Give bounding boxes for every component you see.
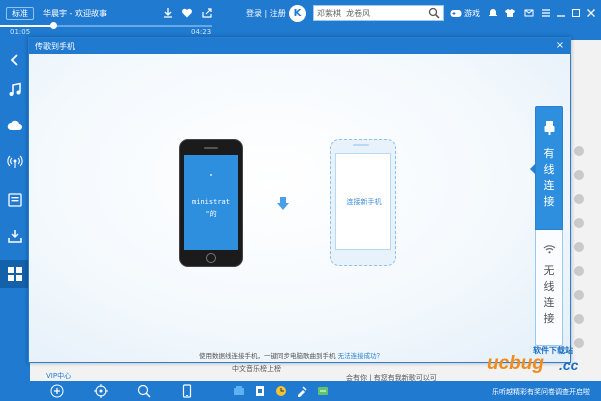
maximize-icon[interactable] (571, 8, 581, 18)
wireless-label-char: 无 (543, 264, 555, 277)
radio-icon[interactable] (7, 154, 23, 170)
sidebar-collapse-icon[interactable] (7, 52, 23, 68)
transfer-arrow-icon (277, 197, 289, 210)
wired-label-char: 线 (543, 163, 555, 176)
connection-hint: 使用数据线连接手机，一键同步电脑歌曲到手机 无法连接成功？ (199, 350, 383, 360)
list-action-icon[interactable] (574, 242, 584, 252)
wired-label-char: 有 (543, 147, 555, 160)
wired-label-char: 连 (543, 179, 555, 192)
mv-icon[interactable] (7, 192, 23, 208)
site-watermark: 软件下载站 ucbug .cc (481, 343, 601, 381)
bottom-bar: 乐听越精彩有奖问卷调查开启啦 (0, 381, 601, 401)
dialog-header: 传歌到手机 × (29, 38, 570, 54)
phone-speaker (204, 147, 218, 149)
download-manager-icon[interactable] (7, 228, 23, 244)
search-box[interactable] (313, 5, 444, 21)
game-link[interactable]: 游戏 (464, 8, 480, 19)
list-action-icon[interactable] (574, 266, 584, 276)
mobile-icon[interactable] (180, 384, 194, 398)
tool-icon[interactable] (275, 385, 287, 397)
skin-icon[interactable] (505, 8, 515, 18)
phone-illustration: " ministrat "的 (179, 139, 243, 267)
wireless-label-char: 连 (543, 296, 555, 309)
cloud-icon[interactable] (7, 118, 23, 134)
bell-icon[interactable] (488, 8, 498, 18)
survey-banner[interactable]: 乐听越精彩有奖问卷调查开启啦 (492, 387, 590, 397)
connection-mode-panel: 有 线 连 接 无 线 连 接 (530, 106, 563, 346)
new-phone-label: 连接新手机 (346, 198, 382, 206)
minimize-icon[interactable] (556, 8, 566, 18)
progress-fill (0, 25, 53, 27)
connection-help-link[interactable]: 无法连接成功？ (338, 352, 384, 360)
list-action-icon[interactable] (574, 314, 584, 324)
usb-icon (544, 121, 555, 135)
heart-icon[interactable] (181, 7, 193, 19)
list-action-icon[interactable] (574, 146, 584, 156)
list-action-icon[interactable] (574, 194, 584, 204)
gamepad-icon[interactable] (450, 9, 462, 18)
wired-label-char: 接 (543, 195, 555, 208)
vip-center-link[interactable]: VIP中心 (46, 371, 71, 381)
search-input[interactable] (317, 7, 427, 19)
login-register-link[interactable]: 登录 | 注册 (246, 8, 286, 19)
menu-icon[interactable] (541, 8, 551, 18)
dialog-close-button[interactable]: × (555, 41, 565, 51)
sidebar-item-apps[interactable] (0, 260, 30, 288)
phone-screen-text: "的 (205, 210, 217, 218)
hint-text: 使用数据线连接手机，一键同步电脑歌曲到手机 (199, 352, 336, 360)
left-sidebar (0, 40, 30, 381)
tab-wired-connection[interactable]: 有 线 连 接 (535, 106, 563, 230)
tool-icon[interactable] (254, 385, 266, 397)
phone-screen: " ministrat "的 (184, 155, 238, 250)
transfer-to-phone-dialog: 传歌到手机 × " ministrat "的 连接新手机 使用数据线连接手机，一… (28, 37, 571, 363)
watermark-main: ucbug (487, 353, 544, 374)
list-action-icon[interactable] (574, 290, 584, 300)
elapsed-time: 01:05 (10, 28, 31, 36)
kugou-logo: K (289, 5, 306, 22)
music-note-icon[interactable] (7, 82, 23, 98)
search-local-icon[interactable] (137, 384, 151, 398)
progress-handle[interactable] (50, 22, 57, 29)
apps-grid-icon (8, 267, 22, 281)
locate-icon[interactable] (94, 384, 108, 398)
list-action-icon[interactable] (574, 218, 584, 228)
dialog-body: " ministrat "的 连接新手机 使用数据线连接手机，一键同步电脑歌曲到… (29, 54, 570, 362)
tool-icon[interactable] (296, 385, 308, 397)
list-item[interactable]: 中文音乐榜上榜 (232, 364, 281, 374)
wireless-label-char: 接 (543, 312, 555, 325)
watermark-suffix: .cc (559, 357, 579, 373)
phone-screen-text: ministrat (192, 198, 230, 206)
search-icon[interactable] (428, 7, 440, 19)
list-action-icon[interactable] (574, 170, 584, 180)
tab-wireless-connection[interactable]: 无 线 连 接 (535, 230, 563, 346)
add-icon[interactable] (50, 384, 64, 398)
message-icon[interactable] (524, 8, 534, 18)
tool-icon[interactable] (233, 385, 245, 397)
phone-screen-text: " (208, 173, 214, 181)
tool-icon[interactable] (317, 385, 329, 397)
phone-home-button (206, 253, 216, 263)
top-bar: 标准 华晨宇 - 欢迎故事 登录 | 注册 K 游戏 01:05 (0, 0, 601, 40)
download-icon[interactable] (162, 7, 174, 19)
now-playing-title: 华晨宇 - 欢迎故事 (43, 9, 107, 18)
close-icon[interactable] (586, 8, 596, 18)
total-time: 04:23 (191, 28, 212, 36)
share-icon[interactable] (201, 7, 213, 19)
progress-bar[interactable] (0, 22, 212, 29)
dialog-title: 传歌到手机 (35, 42, 75, 51)
wifi-icon (543, 245, 556, 254)
new-phone-screen: 连接新手机 (335, 153, 391, 250)
new-phone-speaker (353, 144, 369, 146)
wireless-label-char: 线 (543, 280, 555, 293)
connect-new-phone-button[interactable]: 连接新手机 (330, 139, 396, 266)
quality-button[interactable]: 标准 (6, 7, 34, 20)
